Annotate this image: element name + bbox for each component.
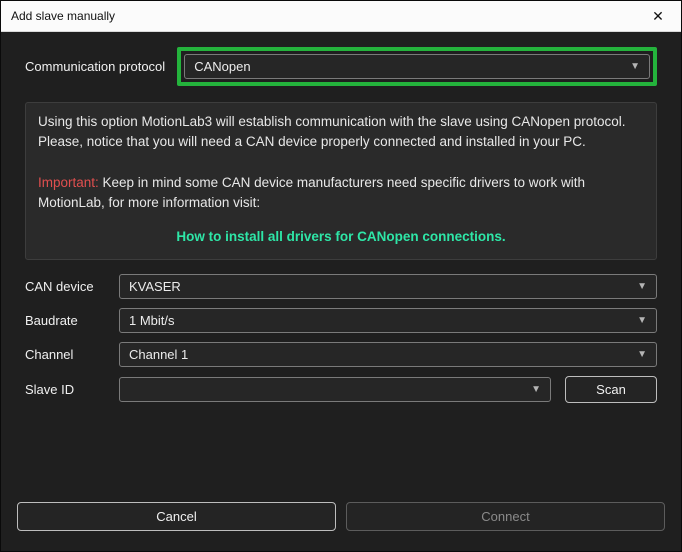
- chevron-down-icon: ▼: [629, 349, 647, 360]
- info-paragraph-1: Using this option MotionLab3 will establ…: [38, 112, 644, 153]
- link-row: How to install all drivers for CANopen c…: [38, 227, 644, 247]
- slave-id-select[interactable]: ▼: [119, 377, 551, 402]
- can-device-label: CAN device: [25, 279, 119, 294]
- protocol-label: Communication protocol: [25, 59, 165, 74]
- scan-button[interactable]: Scan: [565, 376, 657, 403]
- info-box: Using this option MotionLab3 will establ…: [25, 102, 657, 260]
- important-label: Important:: [38, 175, 99, 190]
- connect-button[interactable]: Connect: [346, 502, 665, 531]
- baudrate-select[interactable]: 1 Mbit/s ▼: [119, 308, 657, 333]
- channel-select-value: Channel 1: [129, 347, 188, 362]
- drivers-link[interactable]: How to install all drivers for CANopen c…: [176, 229, 505, 244]
- form-row-baudrate: Baudrate 1 Mbit/s ▼: [25, 308, 657, 333]
- chevron-down-icon: ▼: [629, 315, 647, 326]
- channel-select[interactable]: Channel 1 ▼: [119, 342, 657, 367]
- baudrate-select-value: 1 Mbit/s: [129, 313, 175, 328]
- window-title: Add slave manually: [11, 9, 641, 23]
- add-slave-dialog: Add slave manually ✕ Communication proto…: [0, 0, 682, 552]
- chevron-down-icon: ▼: [523, 384, 541, 395]
- chevron-down-icon: ▼: [622, 61, 640, 72]
- form-row-can-device: CAN device KVASER ▼: [25, 274, 657, 299]
- baudrate-label: Baudrate: [25, 313, 119, 328]
- protocol-row: Communication protocol CANopen ▼: [25, 47, 657, 86]
- slave-id-label: Slave ID: [25, 382, 119, 397]
- form: CAN device KVASER ▼ Baudrate 1 Mbit/s ▼ …: [25, 274, 657, 403]
- can-device-select[interactable]: KVASER ▼: [119, 274, 657, 299]
- dialog-body: Communication protocol CANopen ▼ Using t…: [1, 32, 681, 551]
- protocol-highlight-frame: CANopen ▼: [177, 47, 657, 86]
- info-paragraph-2-text: Keep in mind some CAN device manufacture…: [38, 175, 585, 210]
- chevron-down-icon: ▼: [629, 281, 647, 292]
- protocol-select[interactable]: CANopen ▼: [184, 54, 650, 79]
- form-row-channel: Channel Channel 1 ▼: [25, 342, 657, 367]
- can-device-select-value: KVASER: [129, 279, 181, 294]
- protocol-select-value: CANopen: [194, 59, 250, 74]
- form-row-slave-id: Slave ID ▼ Scan: [25, 376, 657, 403]
- footer: Cancel Connect: [17, 502, 665, 531]
- info-paragraph-2: Important: Keep in mind some CAN device …: [38, 173, 644, 214]
- channel-label: Channel: [25, 347, 119, 362]
- title-bar: Add slave manually ✕: [1, 1, 681, 32]
- close-icon[interactable]: ✕: [641, 1, 675, 31]
- cancel-button[interactable]: Cancel: [17, 502, 336, 531]
